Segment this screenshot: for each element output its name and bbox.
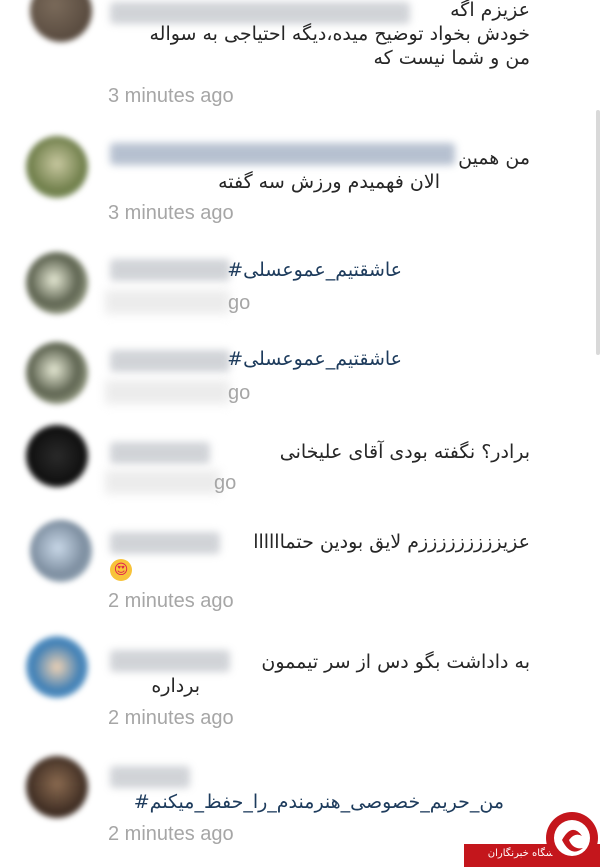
comment-text: عزیزززززززززم لایق بودین حتماااااا (100, 530, 530, 554)
comment-text: برادر؟ نگفته بودی آقای علیخانی (100, 440, 530, 464)
blurred-region (105, 380, 230, 404)
avatar[interactable] (26, 425, 88, 487)
comment-text: عاشقتیم_عموعسلی# (0, 258, 402, 282)
timestamp: 2 minutes ago (108, 707, 234, 729)
comment-text: عزیزم اگه خودش بخواد توضیح میده،دیگه احت… (100, 0, 530, 70)
comment-text: به داداشت بگو دس از سر تیممون برداره (100, 650, 530, 698)
timestamp: 2 minutes ago (108, 590, 234, 612)
avatar[interactable] (26, 136, 88, 198)
comment-line: خودش بخواد توضیح میده،دیگه احتیاجی به سو… (149, 23, 530, 45)
comment-text: من_حریم_خصوصی_هنرمندم_را_حفظ_میکنم# (74, 790, 504, 814)
avatar[interactable] (26, 636, 88, 698)
comment-line: به داداشت بگو دس از سر تیممون (261, 651, 530, 673)
comment-line: من و شما نیست که (373, 47, 530, 69)
heart-eyes-emoji: 😍 (110, 559, 132, 581)
comment-line: الان فهمیدم ورزش سه گفته (218, 171, 440, 193)
hashtag[interactable]: عاشقتیم_عموعسلی# (0, 347, 402, 371)
username-blurred[interactable] (110, 766, 190, 788)
hashtag[interactable]: من_حریم_خصوصی_هنرمندم_را_حفظ_میکنم# (74, 790, 504, 814)
scrollbar[interactable] (596, 110, 600, 355)
comment-line: عزیزم اگه (450, 0, 530, 21)
hashtag[interactable]: عاشقتیم_عموعسلی# (0, 258, 402, 282)
comment-line: من همین (458, 147, 530, 169)
blurred-region (105, 470, 220, 494)
logo-icon (546, 812, 598, 864)
comment-line: برادر؟ نگفته بودی آقای علیخانی (279, 441, 530, 463)
comment-line: عزیزززززززززم لایق بودین حتماااااا (253, 531, 530, 553)
comment-text: من همین الان فهمیدم ورزش سه گفته (100, 146, 530, 194)
timestamp: 2 minutes ago (108, 823, 234, 845)
comment-line: برداره (151, 675, 200, 697)
avatar[interactable] (30, 0, 92, 42)
avatar[interactable] (30, 520, 92, 582)
timestamp: 3 minutes ago (108, 202, 234, 224)
comment-text: عاشقتیم_عموعسلی# (0, 347, 402, 371)
timestamp: go (214, 472, 237, 494)
blurred-region (105, 290, 230, 314)
timestamp: go (228, 382, 251, 404)
timestamp: 3 minutes ago (108, 85, 234, 107)
timestamp: go (228, 292, 251, 314)
